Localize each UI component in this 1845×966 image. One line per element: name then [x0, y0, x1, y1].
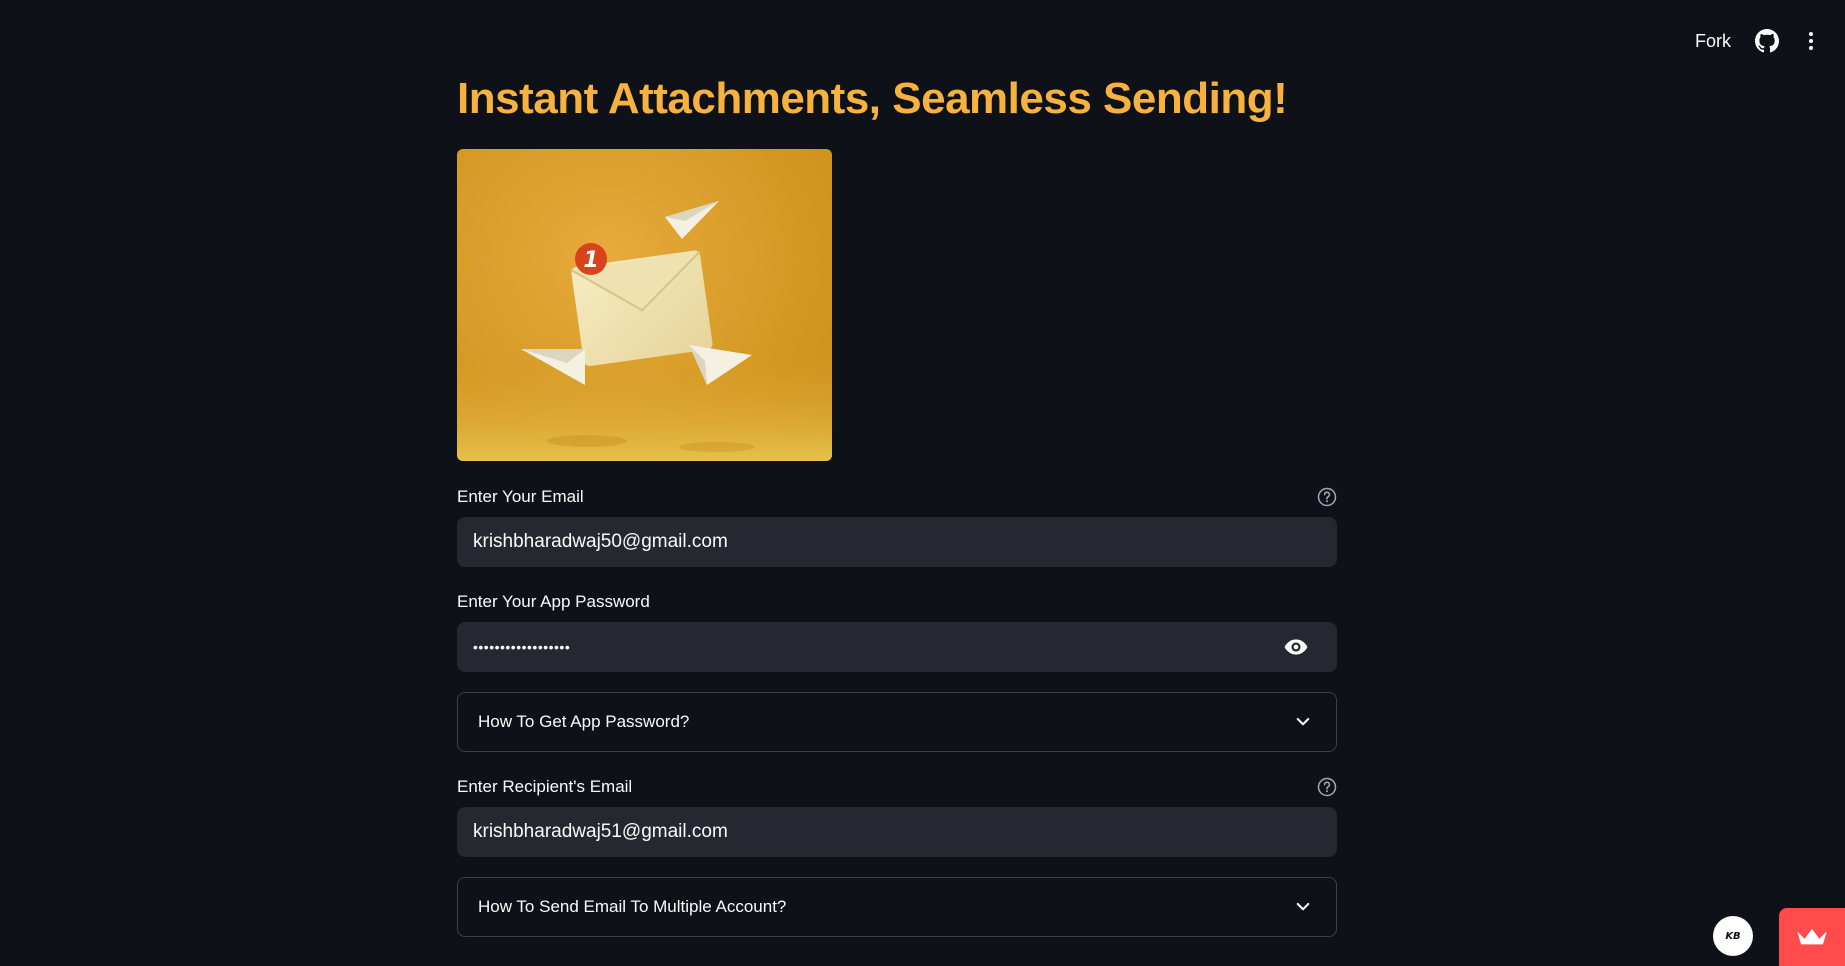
fork-button[interactable]: Fork	[1691, 25, 1735, 58]
kebab-menu-icon[interactable]	[1799, 29, 1823, 53]
hero-image: 1	[457, 149, 832, 461]
app-password-label: Enter Your App Password	[457, 592, 650, 611]
top-toolbar: Fork	[1691, 0, 1845, 82]
email-input-value: krishbharadwaj50@gmail.com	[473, 531, 728, 552]
chevron-down-icon	[1294, 898, 1312, 916]
app-password-value: ••••••••••••••••••	[473, 639, 571, 655]
recipient-help-icon[interactable]	[1317, 777, 1337, 797]
show-password-eye-icon[interactable]	[1283, 634, 1309, 660]
recipient-email-value: krishbharadwaj51@gmail.com	[473, 821, 728, 842]
app-password-help-expander[interactable]: How To Get App Password?	[457, 692, 1337, 752]
github-icon[interactable]	[1755, 29, 1779, 53]
chevron-down-icon	[1294, 713, 1312, 731]
email-help-icon[interactable]	[1317, 487, 1337, 507]
app-password-input[interactable]: ••••••••••••••••••	[457, 622, 1337, 672]
email-input[interactable]: krishbharadwaj50@gmail.com	[457, 517, 1337, 567]
recipient-email-label: Enter Recipient's Email	[457, 777, 633, 796]
recipient-email-input[interactable]: krishbharadwaj51@gmail.com	[457, 807, 1337, 857]
page-title: Instant Attachments, Seamless Sending!	[457, 74, 1288, 123]
creator-avatar[interactable]: KB	[1713, 916, 1753, 956]
email-label: Enter Your Email	[457, 487, 584, 506]
creator-avatar-text: KB	[1725, 930, 1741, 942]
svg-text:1: 1	[583, 248, 598, 273]
app-password-help-expander-label: How To Get App Password?	[478, 712, 690, 731]
streamlit-badge[interactable]	[1779, 908, 1845, 966]
crown-icon	[1795, 926, 1829, 948]
multiple-recipients-expander-label: How To Send Email To Multiple Account?	[478, 897, 787, 916]
multiple-recipients-expander[interactable]: How To Send Email To Multiple Account?	[457, 877, 1337, 937]
